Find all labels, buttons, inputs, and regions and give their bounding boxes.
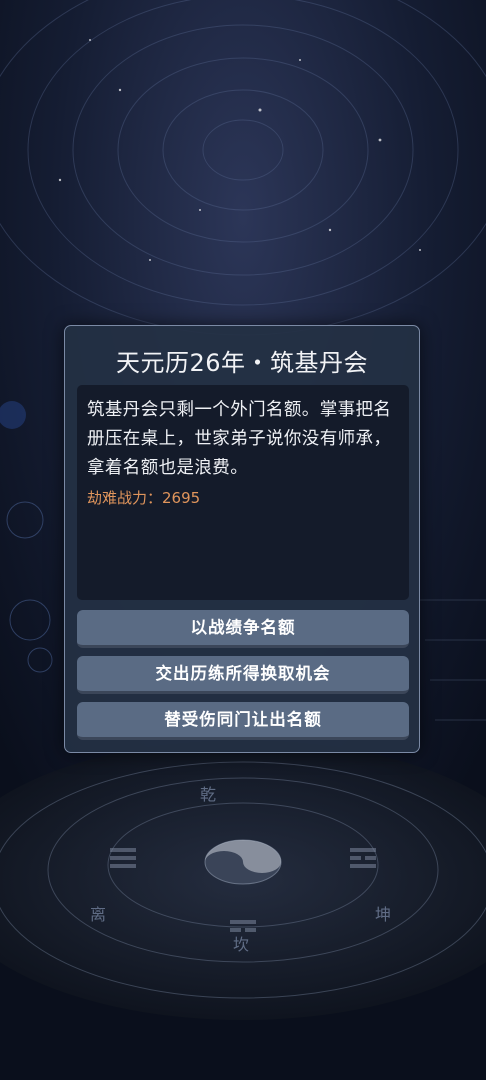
event-dialog: 天元历26年・筑基丹会 筑基丹会只剩一个外门名额。掌事把名册压在桌上，世家弟子说… bbox=[64, 325, 420, 753]
event-title: 天元历26年・筑基丹会 bbox=[115, 349, 369, 377]
choice-yield-slot-button[interactable]: 替受伤同门让出名额 bbox=[77, 702, 409, 740]
event-description: 筑基丹会只剩一个外门名额。掌事把名册压在桌上，世家弟子说你没有师承，拿着名额也是… bbox=[87, 400, 392, 478]
power-value: 2695 bbox=[162, 489, 201, 507]
power-label: 劫难战力： bbox=[87, 489, 163, 507]
choice-fight-for-slot-button[interactable]: 以战绩争名额 bbox=[77, 610, 409, 648]
tribulation-power: 劫难战力：2695 bbox=[87, 487, 399, 508]
svg-text:离: 离 bbox=[90, 905, 106, 924]
svg-text:坤: 坤 bbox=[375, 905, 391, 924]
event-story-box: 筑基丹会只剩一个外门名额。掌事把名册压在桌上，世家弟子说你没有师承，拿着名额也是… bbox=[77, 385, 409, 600]
svg-text:坎: 坎 bbox=[233, 935, 249, 954]
choice-trade-spoils-button[interactable]: 交出历练所得换取机会 bbox=[77, 656, 409, 694]
svg-text:乾: 乾 bbox=[200, 785, 216, 804]
